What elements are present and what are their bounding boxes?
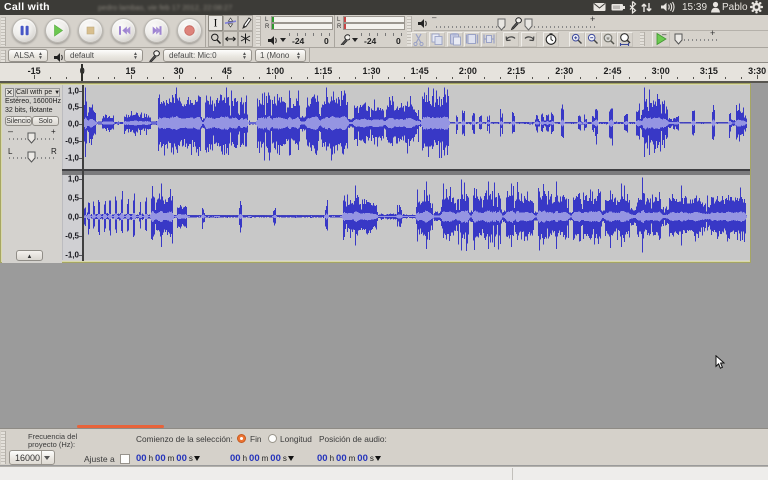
svg-text:I: I: [214, 16, 218, 30]
